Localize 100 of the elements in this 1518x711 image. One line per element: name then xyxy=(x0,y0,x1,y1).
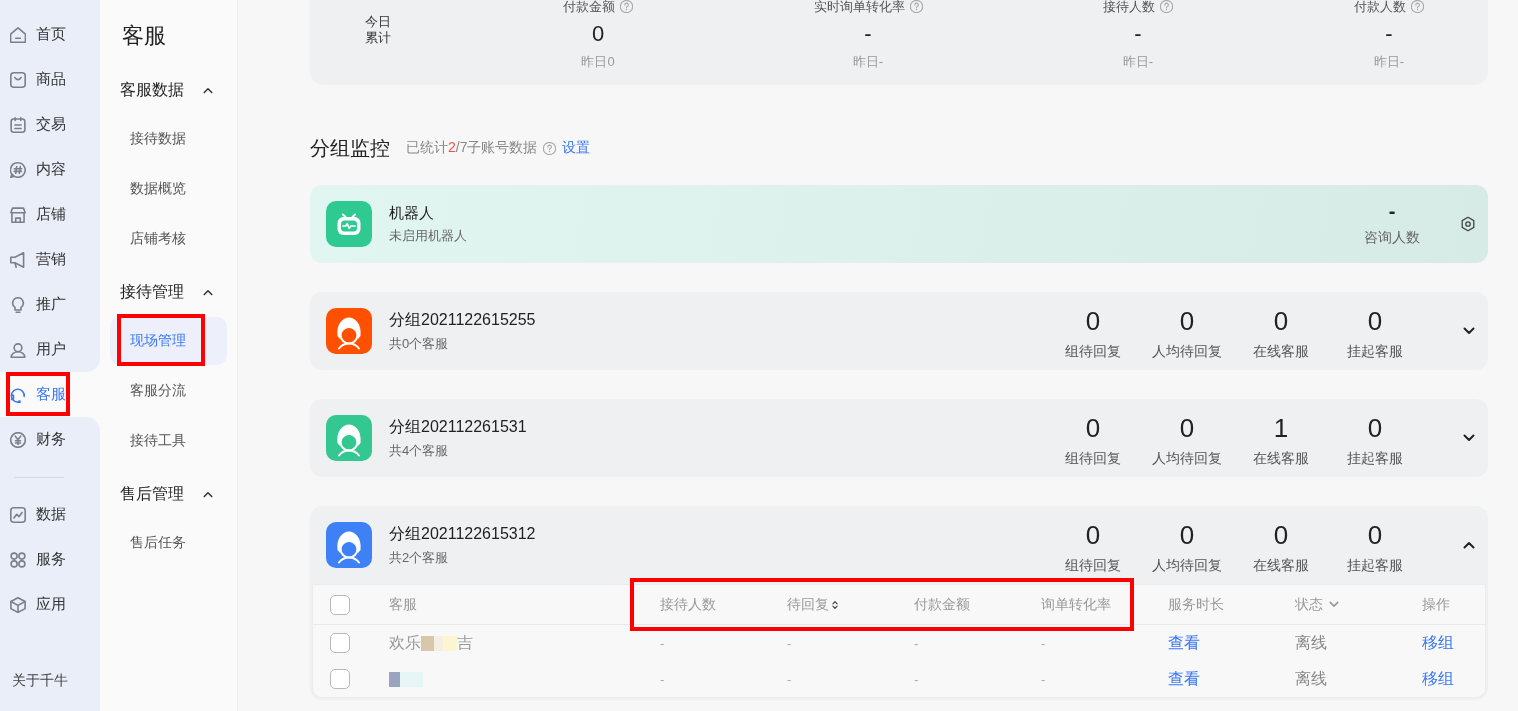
stat-label: 挂起客服 xyxy=(1347,342,1403,361)
table-cell: - xyxy=(660,671,665,687)
metric-value: - xyxy=(1385,21,1393,47)
consult-count-label: 咨询人数 xyxy=(1364,229,1420,247)
caret-down-icon xyxy=(1329,601,1339,608)
metric-yesterday: 昨日- xyxy=(1373,53,1405,71)
hash-bubble-icon xyxy=(10,161,26,178)
settings-icon[interactable] xyxy=(1460,216,1476,232)
yen-icon xyxy=(10,431,26,448)
column-header: 付款金额 xyxy=(914,595,970,614)
metric-yesterday: 昨日- xyxy=(1122,53,1154,71)
nav-item[interactable]: 商品 xyxy=(0,57,100,102)
four-circles-icon xyxy=(10,551,26,568)
checkbox[interactable] xyxy=(330,669,350,689)
section-header[interactable]: 客服数据 xyxy=(100,70,237,110)
stat-value: 1 xyxy=(1273,412,1289,443)
nav-item[interactable]: 服务 xyxy=(0,537,100,582)
metric-label: 付款人数 xyxy=(1354,0,1406,13)
home-icon xyxy=(10,26,26,43)
stat-value: 0 xyxy=(1367,519,1383,550)
stat-label: 在线客服 xyxy=(1253,556,1309,575)
user-icon xyxy=(10,341,26,358)
nav-item[interactable]: 财务 xyxy=(0,417,100,462)
cube-icon xyxy=(10,596,26,613)
member-name: 吉 xyxy=(457,632,473,653)
storefront-icon xyxy=(10,206,26,223)
table-cell: - xyxy=(914,635,919,651)
megaphone-icon xyxy=(10,251,26,268)
checkbox[interactable] xyxy=(330,594,350,615)
sort-icon xyxy=(832,599,838,610)
member-count: 共2个客服 xyxy=(389,548,450,567)
nav-item[interactable]: 内容 xyxy=(0,147,100,192)
section-title: 分组监控 xyxy=(310,135,390,161)
column-header: 服务时长 xyxy=(1168,595,1224,614)
chart-icon xyxy=(10,506,26,523)
submenu-item[interactable]: 数据概览 xyxy=(110,165,227,213)
stat-value: 0 xyxy=(1367,305,1383,336)
column-header: 操作 xyxy=(1422,595,1450,614)
table-cell: - xyxy=(660,635,665,651)
move-group-link[interactable]: 移组 xyxy=(1422,632,1454,654)
view-link[interactable]: 查看 xyxy=(1168,632,1200,654)
stat-label: 挂起客服 xyxy=(1347,556,1403,575)
table-cell: - xyxy=(1041,635,1046,651)
submenu-item[interactable]: 售后任务 xyxy=(110,519,227,567)
nav-item[interactable]: 推广 xyxy=(0,282,100,327)
chevron-down-icon[interactable] xyxy=(1463,434,1475,442)
status-text: 离线 xyxy=(1295,632,1327,653)
submenu-item[interactable]: 接待工具 xyxy=(110,417,227,465)
stat-label: 人均待回复 xyxy=(1152,342,1222,361)
move-group-link[interactable]: 移组 xyxy=(1422,668,1454,690)
metric-label: 接待人数 xyxy=(1103,0,1155,13)
section-header[interactable]: 售后管理 xyxy=(100,474,237,514)
column-header: 接待人数 xyxy=(660,595,716,614)
stat-value: 0 xyxy=(1179,305,1195,336)
stat-label: 组待回复 xyxy=(1065,342,1121,361)
settings-link[interactable]: 设置 xyxy=(562,139,591,157)
chevron-up-icon[interactable] xyxy=(1463,541,1475,549)
robot-status: 未启用机器人 xyxy=(389,226,467,245)
nav-item[interactable]: 首页 xyxy=(0,12,100,57)
metric-yesterday: 昨日- xyxy=(852,53,884,71)
nav-item[interactable]: 用户 xyxy=(0,327,100,372)
about-link[interactable]: 关于千牛 xyxy=(12,672,68,690)
status-text: 离线 xyxy=(1295,668,1327,689)
metric-value: - xyxy=(1134,21,1142,47)
stat-label: 组待回复 xyxy=(1065,556,1121,575)
summary-row-label: 今日累计 xyxy=(365,14,391,46)
nav-item[interactable]: 数据 xyxy=(0,492,100,537)
stat-value: 0 xyxy=(1179,412,1195,443)
view-link[interactable]: 查看 xyxy=(1168,668,1200,690)
nav-item[interactable]: 店铺 xyxy=(0,192,100,237)
stat-label: 人均待回复 xyxy=(1152,449,1222,468)
group-name: 分组202112261531 xyxy=(389,416,527,437)
stat-label: 组待回复 xyxy=(1065,449,1121,468)
submenu-item[interactable]: 接待数据 xyxy=(110,115,227,163)
metric-label: 实时询单转化率 xyxy=(813,0,905,13)
group-name: 分组2021122615255 xyxy=(389,309,536,330)
nav-item[interactable]: 交易 xyxy=(0,102,100,147)
submenu-item[interactable]: 店铺考核 xyxy=(110,215,227,263)
stat-label: 挂起客服 xyxy=(1347,449,1403,468)
help-icon[interactable] xyxy=(909,0,923,13)
robot-name: 机器人 xyxy=(389,203,435,223)
help-icon[interactable] xyxy=(1411,0,1424,13)
metric-value: 0 xyxy=(591,21,605,47)
nav-item[interactable]: 应用 xyxy=(0,582,100,627)
column-header: 客服 xyxy=(389,595,417,614)
headset-icon xyxy=(10,386,26,403)
member-count: 共0个客服 xyxy=(389,334,450,353)
chevron-down-icon[interactable] xyxy=(1463,327,1475,335)
section-header[interactable]: 接待管理 xyxy=(100,272,237,312)
account-count-text: 已统计2/7子账号数据 xyxy=(406,139,538,157)
help-icon[interactable] xyxy=(1160,0,1173,13)
checkbox[interactable] xyxy=(330,633,350,653)
clipboard-icon xyxy=(10,116,26,133)
help-icon[interactable] xyxy=(620,0,633,13)
bag-icon xyxy=(10,71,26,88)
nav-item[interactable]: 营销 xyxy=(0,237,100,282)
help-icon[interactable] xyxy=(543,141,557,155)
column-header: 询单转化率 xyxy=(1041,595,1111,614)
submenu-item[interactable]: 客服分流 xyxy=(110,367,227,415)
stat-value: 0 xyxy=(1085,519,1101,550)
